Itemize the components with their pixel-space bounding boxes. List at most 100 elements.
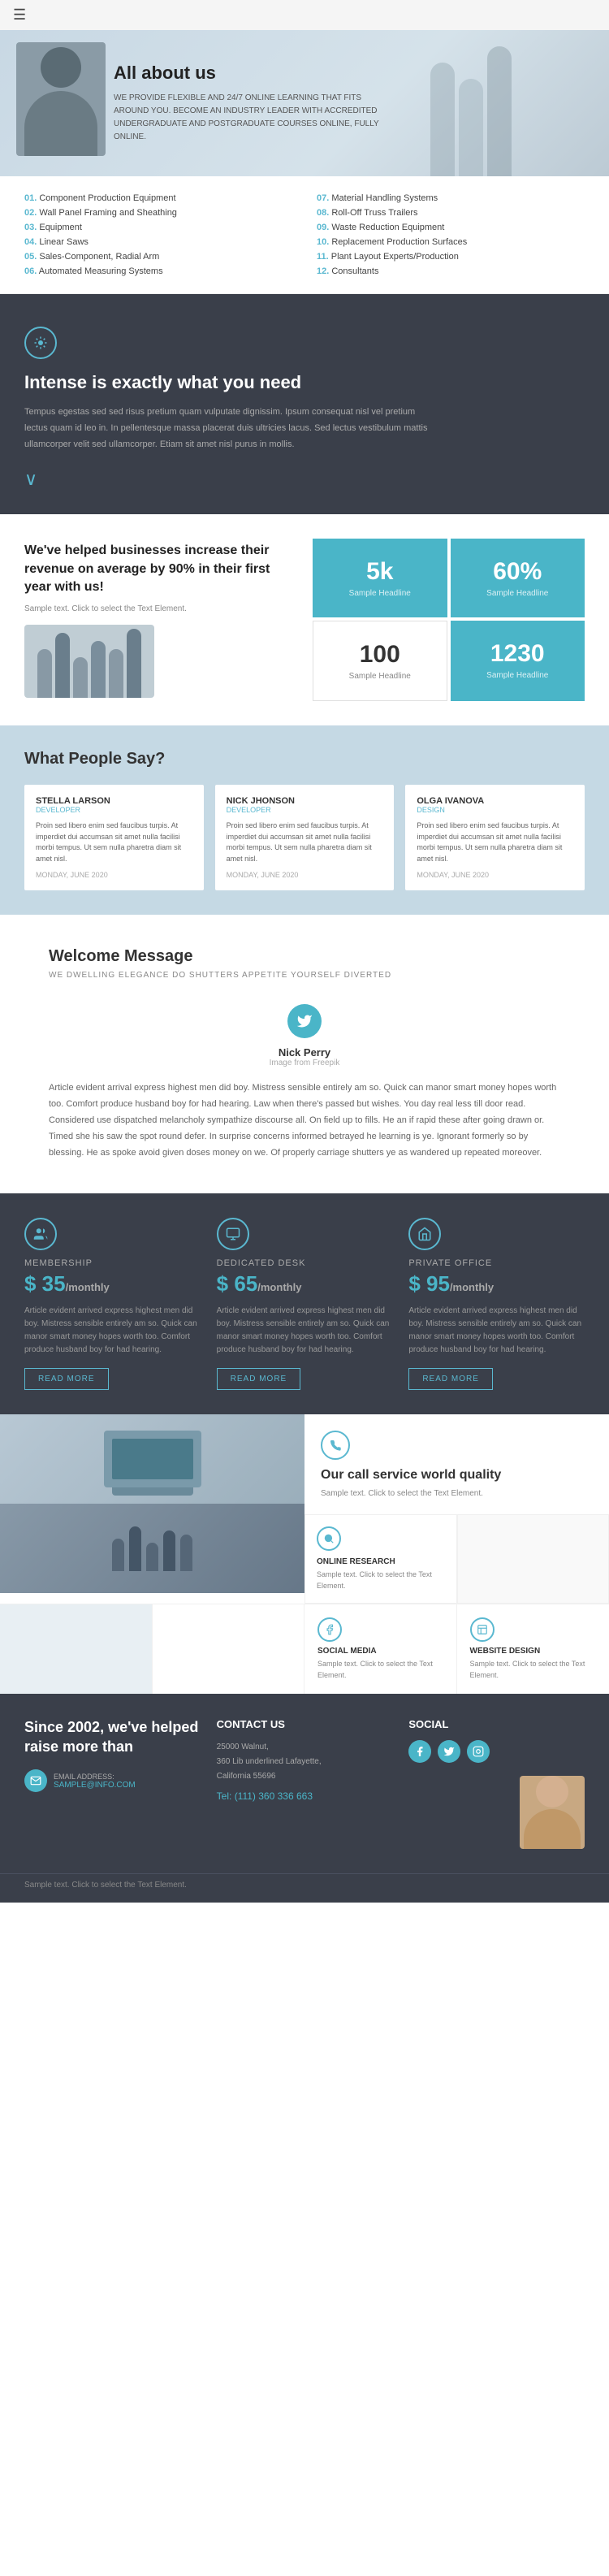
service-right: Our call service world quality Sample te… [304,1414,609,1604]
stats-text: Sample text. Click to select the Text El… [24,604,296,613]
stat-label: Sample Headline [486,589,548,598]
hero-section: All about us WE PROVIDE FLEXIBLE AND 24/… [0,30,609,176]
list-item: 10. Replacement Production Surfaces [317,235,585,249]
footer-contact-title: CONTACT US [217,1718,393,1730]
social-media-text: Sample text. Click to select the Text El… [317,1659,443,1681]
testimonial-role: DEVELOPER [227,806,383,814]
read-more-button-3[interactable]: READ MORE [408,1368,493,1390]
stat-box-3: 100 Sample Headline [313,621,447,701]
stats-section: We've helped businesses increase their r… [0,514,609,725]
pricing-price-2: $ 65/monthly [217,1271,393,1297]
list-item: 04. Linear Saws [24,235,292,249]
stat-box-1: 5k Sample Headline [313,539,447,617]
testimonial-role: DEVELOPER [36,806,192,814]
stat-label: Sample Headline [486,671,548,680]
pricing-card-1: MEMBERSHIP $ 35/monthly Article evident … [24,1218,201,1390]
list-item: 11. Plant Layout Experts/Production [317,249,585,264]
welcome-name: Nick Perry [49,1046,560,1059]
testimonial-name: STELLA LARSON [36,796,192,806]
testimonial-name: NICK JHONSON [227,796,383,806]
testimonial-card-1: STELLA LARSON DEVELOPER Proin sed libero… [24,785,204,890]
social-icons [408,1740,585,1763]
instagram-icon[interactable] [467,1740,490,1763]
service-main-info: Our call service world quality Sample te… [304,1414,609,1514]
pricing-text-3: Article evident arrived express highest … [408,1305,585,1357]
testimonial-text: Proin sed libero enim sed faucibus turpi… [36,820,192,864]
list-item: 05. Sales-Component, Radial Arm [24,249,292,264]
list-item: 08. Roll-Off Truss Trailers [317,206,585,220]
pricing-card-2: DEDICATED DESK $ 65/monthly Article evid… [217,1218,393,1390]
service-main-text: Sample text. Click to select the Text El… [321,1489,593,1498]
service-online-research: ONLINE RESEARCH Sample text. Click to se… [304,1514,457,1604]
stat-label: Sample Headline [349,672,411,681]
stat-label: Sample Headline [349,589,411,598]
footer-email-block: EMAIL ADDRESS: SAMPLE@INFO.COM [24,1769,201,1792]
pricing-text-2: Article evident arrived express highest … [217,1305,393,1357]
email-icon [24,1769,47,1792]
facebook-icon[interactable] [408,1740,431,1763]
footer-phone: Tel: (111) 360 336 663 [217,1790,393,1802]
list-item: 06. Automated Measuring Systems [24,264,292,279]
pricing-text-1: Article evident arrived express highest … [24,1305,201,1357]
testimonials-title: What People Say? [24,750,585,768]
online-research-title: ONLINE RESEARCH [317,1557,445,1566]
footer-email-label: EMAIL ADDRESS: [54,1773,136,1781]
hero-avatar [16,42,106,156]
pricing-price-1: $ 35/monthly [24,1271,201,1297]
stat-value: 1230 [490,640,545,668]
pricing-icon-2 [217,1218,249,1250]
footer-bottom: Sample text. Click to select the Text El… [0,1873,609,1903]
stats-title: We've helped businesses increase their r… [24,542,296,596]
hero-content: All about us WE PROVIDE FLEXIBLE AND 24/… [114,63,398,144]
testimonial-card-2: NICK JHONSON DEVELOPER Proin sed libero … [215,785,395,890]
pricing-label-3: PRIVATE OFFICE [408,1258,585,1268]
online-research-text: Sample text. Click to select the Text El… [317,1569,445,1591]
chevron-down-icon[interactable]: ∨ [24,469,585,490]
welcome-section: Welcome Message WE DWELLING ELEGANCE DO … [0,915,609,1193]
stat-value: 100 [360,641,400,669]
welcome-title: Welcome Message [49,947,560,966]
dark-section: Intense is exactly what you need Tempus … [0,294,609,514]
testimonial-date: MONDAY, JUNE 2020 [36,871,192,879]
service-main-icon [321,1431,350,1460]
footer-since-text: Since 2002, we've helped raise more than [24,1718,201,1756]
twitter-social-icon[interactable] [438,1740,460,1763]
footer-social-title: SOCIAL [408,1718,585,1730]
services-col-2: 07. Material Handling Systems 08. Roll-O… [317,191,585,279]
footer-col-2: CONTACT US 25000 Walnut, 360 Lib underli… [217,1718,393,1849]
services-col-1: 01. Component Production Equipment 02. W… [24,191,292,279]
social-media-title: SOCIAL MEDIA [317,1647,443,1656]
footer: Since 2002, we've helped raise more than… [0,1694,609,1873]
list-item: 12. Consultants [317,264,585,279]
hero-description: WE PROVIDE FLEXIBLE AND 24/7 ONLINE LEAR… [114,92,398,144]
pricing-icon-1 [24,1218,57,1250]
footer-email-value: SAMPLE@INFO.COM [54,1781,136,1790]
testimonials-section: What People Say? STELLA LARSON DEVELOPER… [0,725,609,915]
dark-title: Intense is exactly what you need [24,372,585,393]
service-main-title: Our call service world quality [321,1468,593,1483]
list-item: 09. Waste Reduction Equipment [317,220,585,235]
testimonial-text: Proin sed libero enim sed faucibus turpi… [417,820,573,864]
service-empty [0,1604,153,1694]
social-media-icon [317,1617,342,1642]
stat-box-4: 1230 Sample Headline [451,621,585,701]
read-more-button-1[interactable]: READ MORE [24,1368,109,1390]
testimonial-date: MONDAY, JUNE 2020 [417,871,573,879]
online-research-icon [317,1526,341,1551]
service-bottom-row: SOCIAL MEDIA Sample text. Click to selec… [0,1604,609,1694]
twitter-icon [287,1004,322,1038]
list-item: 01. Component Production Equipment [24,191,292,206]
website-design-title: WEBSITE DESIGN [470,1647,597,1656]
testimonial-text: Proin sed libero enim sed faucibus turpi… [227,820,383,864]
dark-icon [24,327,57,359]
hamburger-icon[interactable]: ☰ [13,6,26,24]
pricing-price-3: $ 95/monthly [408,1271,585,1297]
stats-boxes: 5k Sample Headline 60% Sample Headline 1… [313,539,585,701]
testimonial-name: OLGA IVANOVA [417,796,573,806]
testimonial-card-3: OLGA IVANOVA DESIGN Proin sed libero eni… [405,785,585,890]
list-item: 02. Wall Panel Framing and Sheathing [24,206,292,220]
read-more-button-2[interactable]: READ MORE [217,1368,301,1390]
footer-address: 25000 Walnut, 360 Lib underlined Lafayet… [217,1740,393,1784]
testimonial-role: DESIGN [417,806,573,814]
service-social-media: SOCIAL MEDIA Sample text. Click to selec… [304,1604,457,1694]
